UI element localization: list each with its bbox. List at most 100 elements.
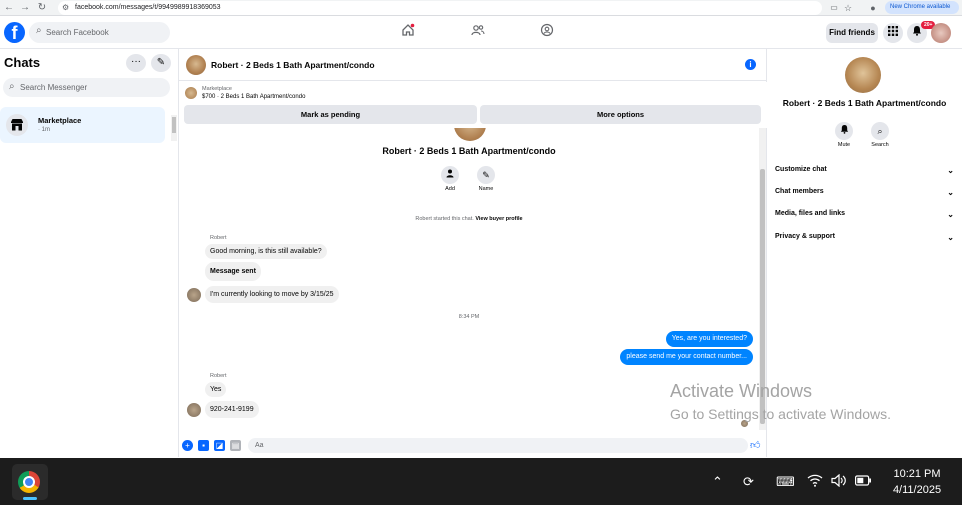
message-composer: + ▪ ◪ ▤ ☺ 👍︎ <box>179 435 809 457</box>
media-files-links-section[interactable]: Media, files and links ⌄ <box>775 210 958 224</box>
message-bubble-incoming[interactable]: I'm currently looking to move by 3/15/25 <box>205 286 339 303</box>
keyboard-icon[interactable]: ⌨ <box>776 474 795 490</box>
conversation-title[interactable]: Robert · 2 Beds 1 Bath Apartment/condo <box>211 60 375 70</box>
chat-started-text: Robert started this chat. <box>415 216 474 222</box>
message-bubble-outgoing[interactable]: Yes, are you interested? <box>665 331 753 347</box>
chat-started-notice: Robert started this chat. View buyer pro… <box>179 216 759 222</box>
message-bubble-incoming[interactable]: Message sent <box>205 262 261 281</box>
address-bar[interactable]: ⚙ facebook.com/messages/t/99499899183690… <box>58 1 822 15</box>
facebook-search[interactable]: ⌕ <box>29 22 170 43</box>
show-hidden-icons-chevron-icon[interactable]: ⌃ <box>712 474 723 490</box>
more-options-button[interactable]: More options <box>480 105 761 124</box>
add-label: Add <box>445 186 455 192</box>
chevron-down-icon: ⌄ <box>947 166 954 175</box>
bookmark-star-icon[interactable]: ☆ <box>841 1 855 15</box>
activate-windows-title: Activate Windows <box>670 381 813 401</box>
home-icon[interactable] <box>398 23 418 43</box>
clock-time[interactable]: 10:21 PM <box>888 468 946 480</box>
thumbs-up-icon[interactable]: 👍︎ <box>750 439 760 451</box>
message-bubble-outgoing[interactable]: please send me your contact number... <box>620 349 753 365</box>
wifi-icon[interactable] <box>807 474 823 491</box>
facebook-header: f ⌕ Find friends 20+ <box>0 16 962 49</box>
volume-icon[interactable] <box>831 473 847 491</box>
message-timestamp: 8:34 PM <box>458 314 480 320</box>
search-icon: ⌕ <box>9 81 15 92</box>
gif-icon[interactable]: ▤ <box>230 440 241 451</box>
marketplace-listing-bar: Marketplace $700 · 2 Beds 1 Bath Apartme… <box>179 82 767 128</box>
marketplace-label: Marketplace <box>202 86 232 92</box>
conversation-profile-picture <box>454 128 486 141</box>
customize-chat-section[interactable]: Customize chat ⌄ <box>775 166 958 180</box>
message-bubble-incoming[interactable]: Good morning, is this still available? <box>205 244 327 259</box>
section-label: Media, files and links <box>775 210 846 217</box>
sender-avatar[interactable] <box>187 288 201 302</box>
chevron-down-icon: ⌄ <box>947 188 954 197</box>
message-input-box[interactable]: ☺ <box>248 438 809 453</box>
reload-icon[interactable]: ↻ <box>35 1 49 15</box>
message-bubble-incoming[interactable]: 920-241-9199 <box>205 401 259 418</box>
chat-item-name: Marketplace <box>38 116 82 125</box>
clock-date[interactable]: 4/11/2025 <box>888 484 946 496</box>
conversation-header: Robert · 2 Beds 1 Bath Apartment/condo i <box>179 49 767 81</box>
profile-icon[interactable]: ● <box>866 1 880 15</box>
details-name: Robert · 2 Beds 1 Bath Apartment/condo <box>782 98 947 108</box>
conversation-profile-name: Robert · 2 Beds 1 Bath Apartment/condo <box>382 146 556 156</box>
privacy-support-section[interactable]: Privacy & support ⌄ <box>775 233 958 247</box>
chat-item-marketplace[interactable]: Marketplace · 1m <box>0 107 165 143</box>
conversation-avatar[interactable] <box>186 55 206 75</box>
sender-avatar[interactable] <box>187 403 201 417</box>
message-bubble-incoming[interactable]: Yes <box>205 382 227 397</box>
chats-title: Chats <box>4 55 41 70</box>
sender-name: Robert <box>210 373 227 379</box>
facebook-logo-icon[interactable]: f <box>4 22 25 43</box>
menu-grid-icon[interactable] <box>883 23 903 43</box>
compose-icon[interactable]: ✎ <box>151 54 171 72</box>
message-input[interactable] <box>255 438 725 453</box>
marketplace-store-icon <box>6 114 28 136</box>
search-label: Search <box>871 142 889 148</box>
chrome-taskbar-button[interactable] <box>12 464 48 500</box>
chat-item-time: · 1m <box>38 127 50 133</box>
listing-price-title[interactable]: $700 · 2 Beds 1 Bath Apartment/condo <box>202 94 305 100</box>
section-label: Customize chat <box>775 166 827 173</box>
account-avatar[interactable] <box>931 23 951 43</box>
active-app-indicator <box>23 497 37 500</box>
chrome-logo-center <box>23 476 35 488</box>
listing-thumbnail[interactable] <box>185 87 197 99</box>
section-label: Privacy & support <box>775 233 835 240</box>
chevron-down-icon: ⌄ <box>947 210 954 219</box>
mute-bell-icon[interactable] <box>835 122 853 140</box>
mute-label: Mute <box>837 142 851 148</box>
url-text: facebook.com/messages/t/9949989918369053 <box>75 4 221 11</box>
view-buyer-profile-link[interactable]: View buyer profile <box>475 216 522 222</box>
sender-name: Robert <box>210 235 227 241</box>
photo-icon[interactable]: ▪ <box>198 440 209 451</box>
plus-icon[interactable]: + <box>182 440 193 451</box>
search-icon[interactable]: ⌕ <box>871 122 889 140</box>
chrome-update-button[interactable]: New Chrome available <box>885 1 959 14</box>
pencil-icon[interactable]: ✎ <box>477 166 495 184</box>
sticker-icon[interactable]: ◪ <box>214 440 225 451</box>
facebook-search-input[interactable] <box>46 22 166 43</box>
cast-icon[interactable]: ▭ <box>827 1 841 15</box>
forward-icon[interactable]: → <box>18 1 32 15</box>
find-friends-button[interactable]: Find friends <box>826 23 878 43</box>
name-label: Name <box>478 186 494 192</box>
details-profile-picture <box>845 57 881 93</box>
messenger-search-input[interactable] <box>20 78 168 97</box>
groups-icon[interactable] <box>537 23 557 43</box>
friends-icon[interactable] <box>468 23 488 43</box>
mark-as-pending-button[interactable]: Mark as pending <box>184 105 477 124</box>
messenger-search[interactable]: ⌕ <box>3 78 170 97</box>
battery-icon[interactable] <box>855 474 872 490</box>
chevron-down-icon: ⌄ <box>947 233 954 242</box>
site-info-icon[interactable]: ⚙ <box>62 1 69 15</box>
sidebar-scrollbar-thumb[interactable] <box>172 117 176 133</box>
activate-windows-subtitle: Go to Settings to activate Windows. <box>670 406 891 422</box>
info-icon[interactable]: i <box>745 59 756 70</box>
sync-update-icon[interactable]: ⟳ <box>743 474 754 490</box>
add-person-icon[interactable] <box>441 166 459 184</box>
chat-members-section[interactable]: Chat members ⌄ <box>775 188 958 202</box>
back-icon[interactable]: ← <box>2 1 16 15</box>
more-options-icon[interactable]: ··· <box>126 54 146 72</box>
